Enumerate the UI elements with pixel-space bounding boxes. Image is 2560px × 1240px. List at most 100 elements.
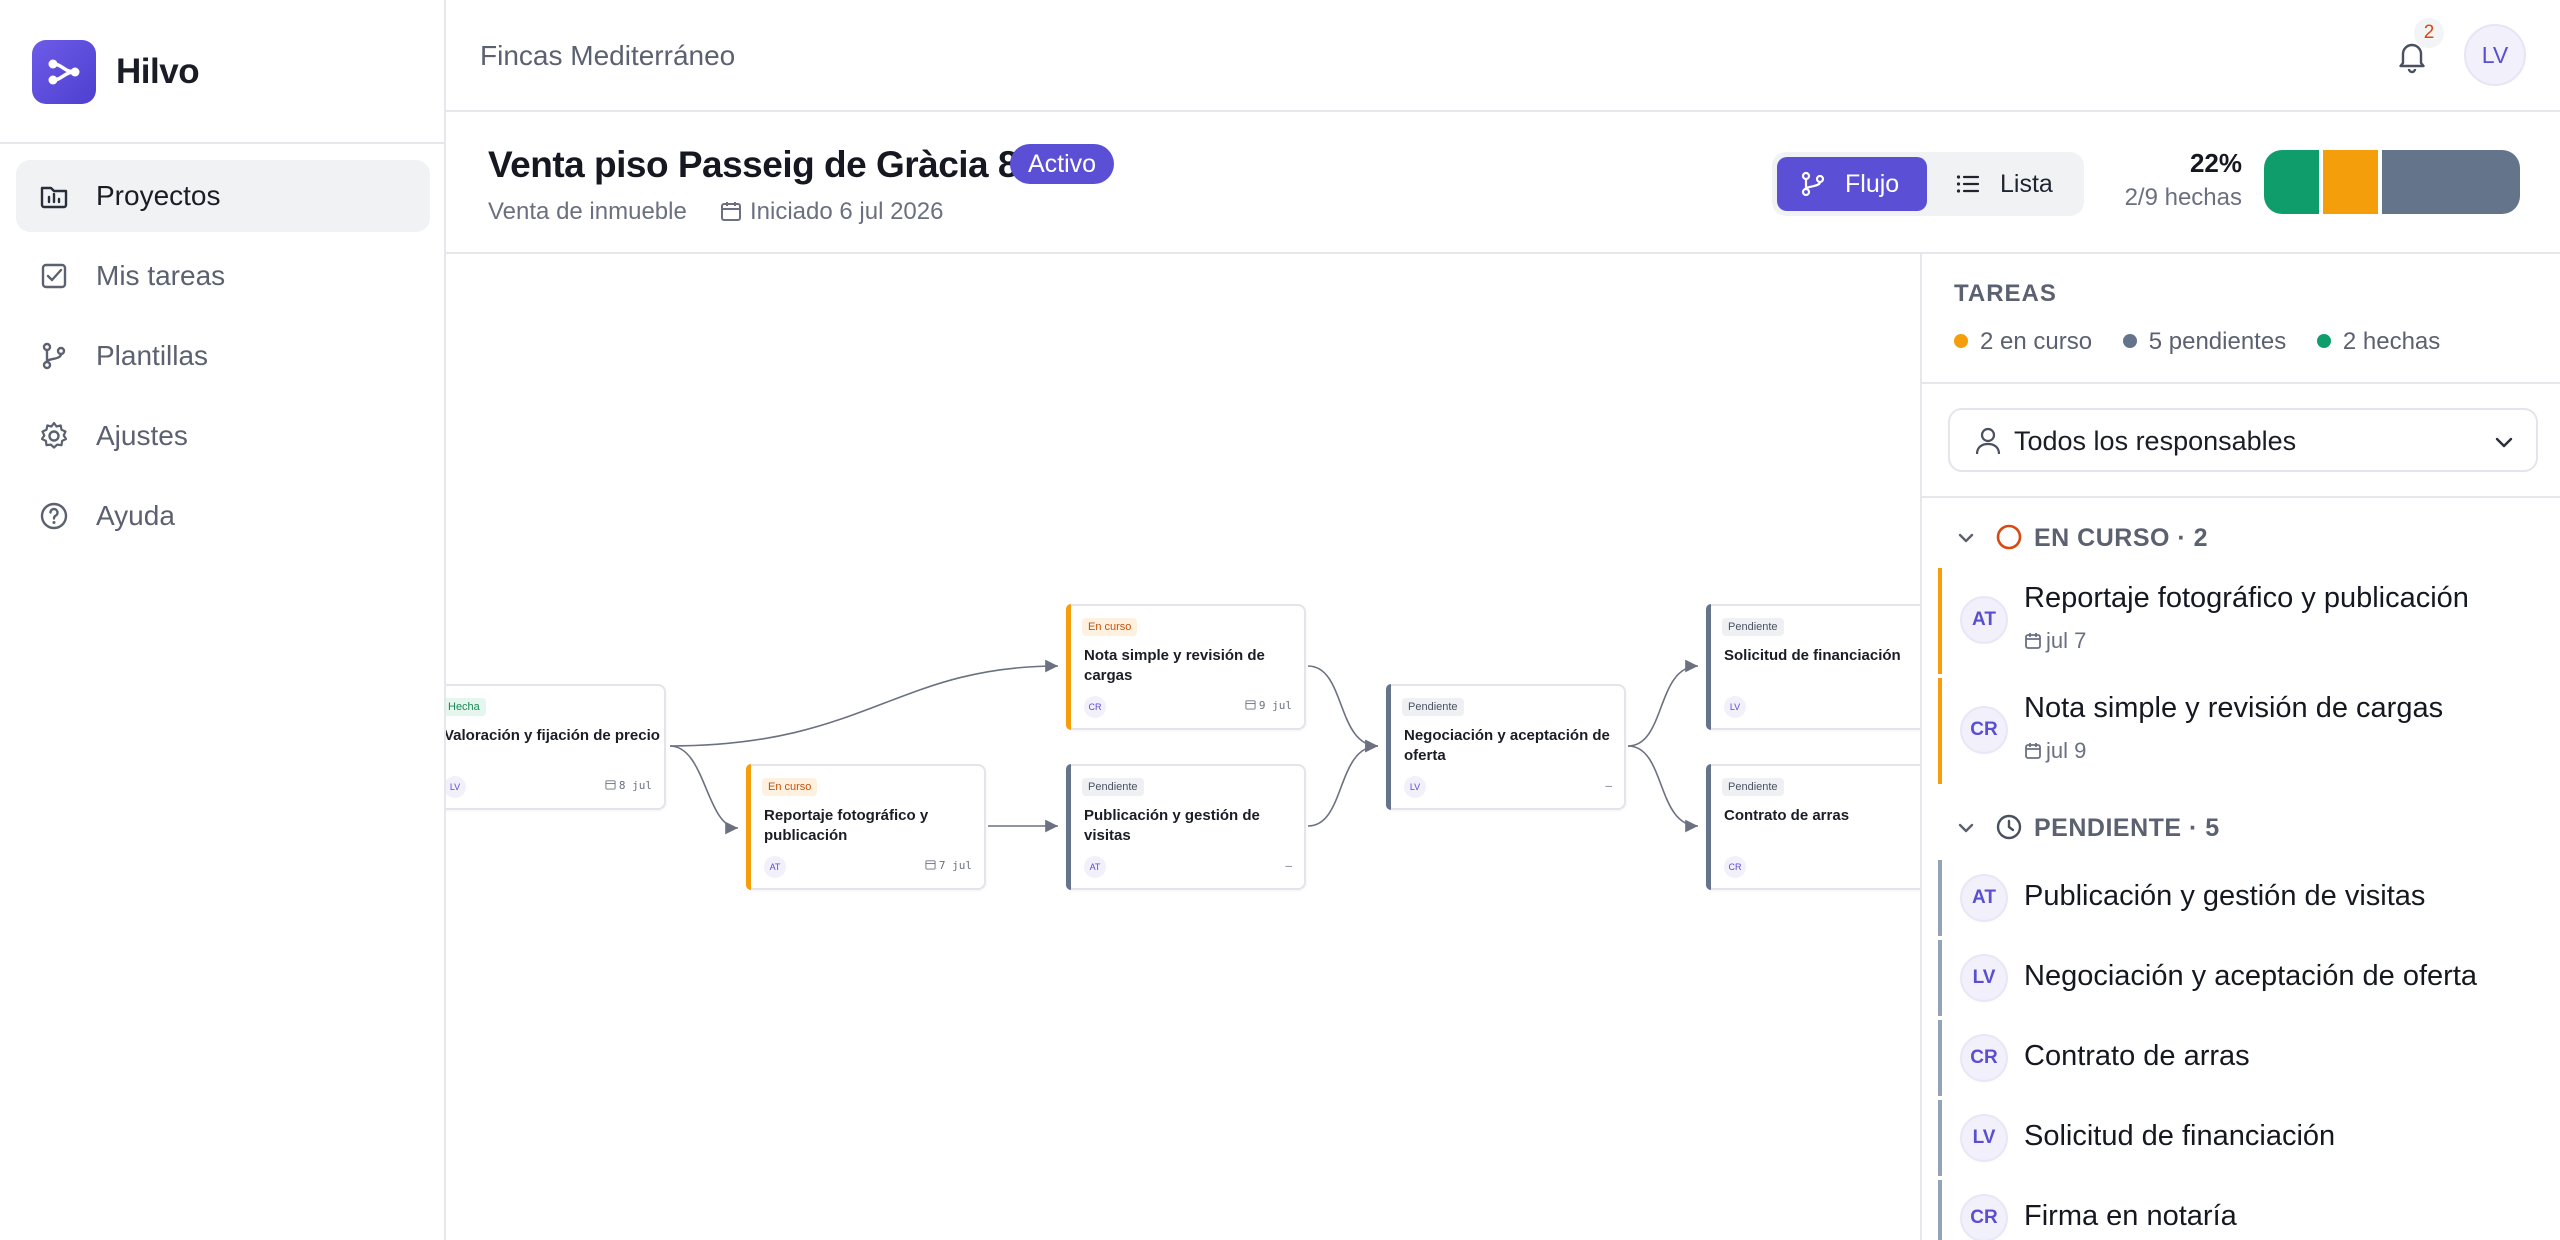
sidebar-item-label: Proyectos — [96, 180, 221, 211]
flow-node[interactable]: Pendiente Publicación y gestión de visit… — [1066, 764, 1306, 890]
task-item[interactable]: CR Contrato de arras — [1938, 1020, 2546, 1096]
task-item[interactable]: CR Nota simple y revisión de cargas jul … — [1938, 678, 2546, 784]
git-branch-icon — [42, 342, 66, 370]
notification-badge: 2 — [2414, 18, 2444, 48]
flow-node[interactable]: Pendiente Negociación y aceptación de of… — [1386, 684, 1626, 810]
task-item[interactable]: LV Negociación y aceptación de oferta — [1938, 940, 2546, 1016]
filter-area: Todos los responsables — [1922, 384, 2560, 498]
view-list-button[interactable]: Lista — [1932, 157, 2079, 211]
node-assignee-avatar: CR — [1084, 696, 1106, 718]
org-name[interactable]: Fincas Mediterráneo — [480, 40, 735, 72]
view-flow-button[interactable]: Flujo — [1777, 157, 1927, 211]
stat-in-progress: 2 en curso — [1954, 328, 2092, 355]
node-status-tag: Pendiente — [1082, 778, 1144, 796]
edge-n3-n5 — [1307, 665, 1379, 753]
sidebar-item-label: Mis tareas — [96, 260, 226, 291]
flow-icon — [1801, 171, 1825, 197]
assignee-filter-select[interactable]: Todos los responsables — [1948, 408, 2538, 472]
node-due-date-text: 9 jul — [1258, 699, 1292, 712]
task-assignee-avatar: AT — [1960, 874, 2008, 922]
sidebar-item-ayuda[interactable]: Ayuda — [16, 480, 430, 552]
node-status-bar — [1066, 764, 1071, 890]
task-item[interactable]: AT Reportaje fotográfico y publicación j… — [1938, 568, 2546, 674]
clock-icon — [1996, 814, 2022, 840]
calendar-icon — [2025, 743, 2041, 759]
node-due-date-text: 7 jul — [938, 859, 972, 872]
node-title: Reportaje fotográfico y publicación — [764, 807, 929, 844]
user-avatar[interactable]: LV — [2464, 24, 2526, 86]
node-status-bar — [1706, 764, 1711, 890]
view-list-label: Lista — [2000, 170, 2053, 198]
task-assignee-avatar: LV — [1960, 954, 2008, 1002]
task-status-bar — [1938, 568, 1942, 674]
project-start-date: Iniciado 6 jul 2026 — [750, 198, 944, 225]
edge-n5-n6 — [1627, 659, 1699, 747]
checkbox-icon — [41, 263, 67, 289]
sidebar-item-proyectos[interactable]: Proyectos — [16, 160, 430, 232]
progress-segment-done — [2264, 150, 2319, 214]
status-dot — [1954, 334, 1968, 348]
progress-segment-pending — [2382, 150, 2520, 214]
folder-chart-icon — [40, 186, 68, 209]
in-progress-circle-icon — [1996, 524, 2022, 550]
status-badge: Activo — [1010, 144, 1115, 184]
sidebar-item-ajustes[interactable]: Ajustes — [16, 400, 430, 472]
progress-done-count: 2/9 hechas — [2124, 184, 2242, 211]
task-due-date-text: jul 7 — [2046, 628, 2087, 653]
task-item[interactable]: AT Publicación y gestión de visitas — [1938, 860, 2546, 936]
node-due-date: — — [1605, 779, 1612, 792]
flow-node[interactable]: En curso Reportaje fotográfico y publica… — [746, 764, 986, 890]
sidebar-item-label: Ayuda — [96, 500, 175, 531]
flow-node[interactable]: Hecha Valoración y fijación de precio LV… — [446, 684, 666, 810]
task-assignee-avatar: CR — [1960, 1034, 2008, 1082]
sidebar-nav: Proyectos Mis tareas Plantillas Ajustes … — [16, 160, 430, 560]
flow-node[interactable]: Pendiente Solicitud de financiación LV — [1706, 604, 1920, 730]
task-status-bar — [1938, 940, 1942, 1016]
node-assignee-avatar: AT — [764, 856, 786, 878]
task-assignee-avatar: AT — [1960, 596, 2008, 644]
flow-connectors — [669, 659, 1699, 835]
group-label: EN CURSO · 2 — [2034, 524, 2209, 552]
view-flow-label: Flujo — [1845, 170, 1900, 198]
node-status-tag: En curso — [762, 778, 818, 796]
task-item[interactable]: LV Solicitud de financiación — [1938, 1100, 2546, 1176]
sidebar: Hilvo Proyectos Mis tareas Plantillas Aj… — [0, 0, 446, 1240]
progress-bar — [2264, 150, 2520, 214]
calendar-icon — [2025, 633, 2041, 649]
flow-node[interactable]: En curso Nota simple y revisión de carga… — [1066, 604, 1306, 730]
node-due-date: 8 jul — [605, 779, 652, 792]
task-due-date: jul 9 — [2024, 738, 2086, 764]
sidebar-item-plantillas[interactable]: Plantillas — [16, 320, 430, 392]
node-title: Negociación y aceptación de oferta — [1404, 727, 1610, 764]
task-title: Reportaje fotográfico y publicación — [2024, 582, 2469, 614]
sidebar-item-label: Ajustes — [96, 420, 188, 451]
node-title: Valoración y fijación de precio — [446, 727, 660, 744]
task-title: Contrato de arras — [2024, 1040, 2250, 1072]
node-due-date: — — [1285, 859, 1292, 872]
node-assignee-avatar: LV — [1404, 776, 1426, 798]
stat-pending: 5 pendientes — [2122, 328, 2286, 355]
node-status-tag: En curso — [1082, 618, 1138, 636]
task-status-bar — [1938, 1100, 1942, 1176]
task-assignee-avatar: CR — [1960, 1194, 2008, 1240]
assignee-filter-value: Todos los responsables — [2014, 426, 2297, 456]
status-dot — [2122, 334, 2137, 348]
edge-n5-n7 — [1627, 745, 1699, 833]
calendar-icon — [1245, 700, 1256, 710]
progress-percent: 22% — [2189, 148, 2242, 178]
calendar-icon — [721, 202, 741, 221]
task-item[interactable]: CR Firma en notaría — [1938, 1180, 2546, 1240]
stat-done: 2 hechas — [2316, 328, 2440, 355]
tasks-panel: TAREAS 2 en curso 5 pendientes 2 hechas … — [1920, 254, 2560, 1240]
node-title: Contrato de arras — [1724, 807, 1850, 824]
flow-node[interactable]: Pendiente Contrato de arras CR — [1706, 764, 1920, 890]
flow-canvas[interactable]: Hecha Valoración y fijación de precio LV… — [446, 254, 1920, 1240]
node-assignee-avatar: LV — [446, 776, 466, 798]
chevron-down-icon — [1958, 533, 1974, 543]
user-icon — [1975, 427, 2001, 455]
sidebar-item-mis-tareas[interactable]: Mis tareas — [16, 240, 430, 312]
hilvo-logo-icon[interactable] — [32, 40, 96, 104]
node-status-tag: Pendiente — [1722, 618, 1784, 636]
task-due-date: jul 7 — [2024, 628, 2086, 654]
task-due-date-text: jul 9 — [2046, 738, 2087, 763]
